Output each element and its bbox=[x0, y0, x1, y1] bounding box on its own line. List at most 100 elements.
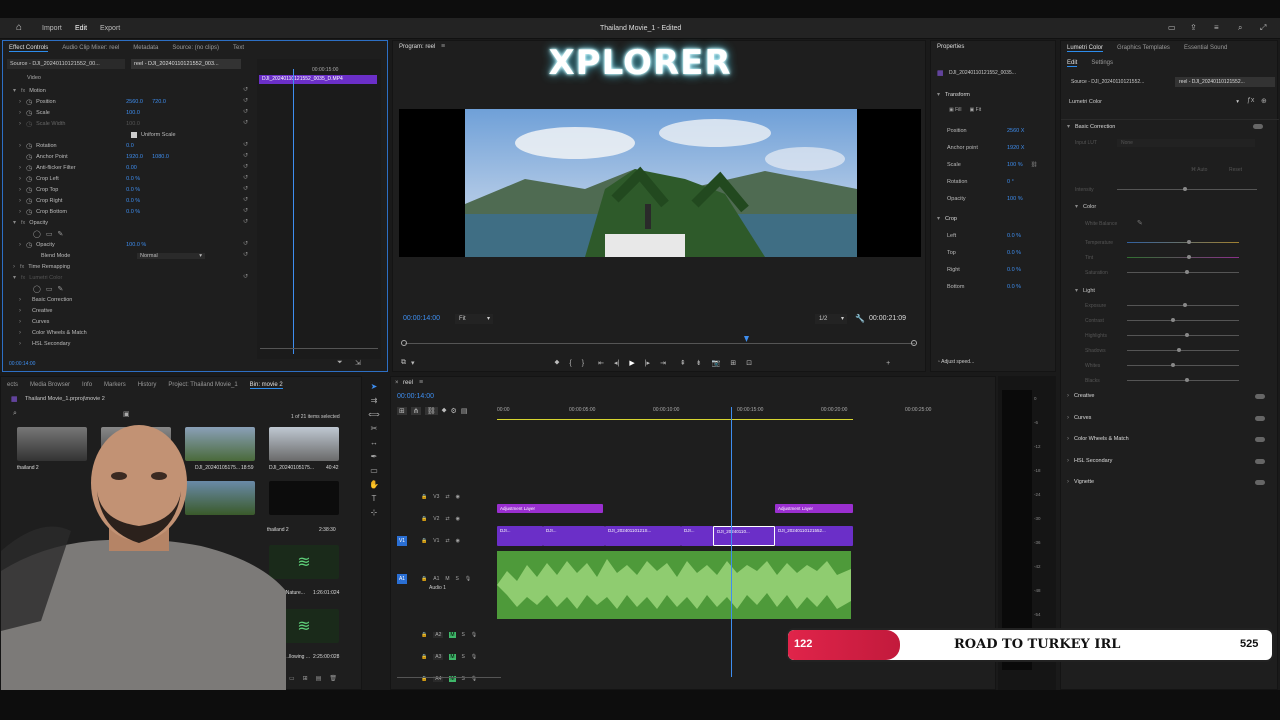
section-toggle[interactable] bbox=[1255, 458, 1265, 464]
light-highlights-slider[interactable] bbox=[1127, 333, 1239, 337]
video-clip[interactable]: DJI... bbox=[497, 526, 543, 546]
prop-left-value[interactable]: 0.0 % bbox=[1007, 233, 1021, 239]
section-toggle[interactable] bbox=[1255, 415, 1265, 421]
reset-icon[interactable]: ↺ bbox=[243, 118, 253, 129]
saturation-slider[interactable] bbox=[1127, 270, 1239, 274]
lock-icon[interactable]: 🔒 bbox=[421, 576, 427, 582]
adjustment-layer-clip[interactable]: Adjustment Layer bbox=[497, 504, 603, 513]
stopwatch-icon[interactable]: ◷ bbox=[26, 164, 32, 172]
settings-icon[interactable]: ⚙ bbox=[451, 407, 457, 415]
rectangle-tool-icon[interactable]: ▭ bbox=[370, 466, 378, 475]
reset-icon[interactable]: ↺ bbox=[243, 272, 253, 283]
fx-icon[interactable]: ƒx bbox=[1247, 97, 1254, 104]
export-frame-icon[interactable]: ⇲ bbox=[355, 359, 361, 367]
lock-icon[interactable]: 🔒 bbox=[421, 494, 427, 500]
new-item-icon[interactable]: ▤ bbox=[316, 675, 322, 682]
video-clip[interactable]: DJI... bbox=[543, 526, 605, 546]
basic-correction-toggle[interactable] bbox=[1253, 124, 1263, 129]
pen-mask-icon[interactable]: ✎ bbox=[57, 285, 63, 293]
section-toggle[interactable] bbox=[1255, 480, 1265, 485]
mute-button[interactable]: M bbox=[449, 632, 456, 638]
stopwatch-icon[interactable]: ◷ bbox=[26, 186, 32, 194]
prop-right-value[interactable]: 0.0 % bbox=[1007, 267, 1021, 273]
caption-track-icon[interactable]: ▤ bbox=[461, 407, 468, 415]
mark-in-icon[interactable]: { bbox=[569, 360, 571, 367]
audio-clip[interactable] bbox=[497, 551, 851, 619]
tab-metadata[interactable]: Metadata bbox=[133, 45, 158, 51]
intensity-slider[interactable] bbox=[1117, 187, 1257, 191]
track-name[interactable]: V2 bbox=[433, 516, 439, 522]
tab-project[interactable]: Project: Thailand Movie_1 bbox=[168, 382, 237, 388]
crop-bottom-value[interactable]: 0.0 % bbox=[126, 209, 140, 215]
sync-lock-icon[interactable]: ⇄ bbox=[445, 538, 449, 544]
lumetri-source-label[interactable]: Source - DJI_20240110121552... bbox=[1069, 77, 1169, 87]
reset-icon[interactable]: ↺ bbox=[243, 239, 253, 250]
prop-bottom-value[interactable]: 0.0 % bbox=[1007, 284, 1021, 290]
reset-icon[interactable]: ↺ bbox=[243, 195, 253, 206]
tab-graphics-templates[interactable]: Graphics Templates bbox=[1117, 45, 1170, 51]
light-shadows-slider[interactable] bbox=[1127, 348, 1239, 352]
rect-mask-icon[interactable]: ▭ bbox=[46, 285, 53, 293]
vr-icon[interactable]: ⊡ bbox=[746, 359, 752, 367]
microphone-icon[interactable]: 🎙 bbox=[471, 654, 477, 660]
mini-zoom-bar[interactable] bbox=[260, 348, 378, 349]
reset-icon[interactable]: ↺ bbox=[243, 85, 253, 96]
program-timecode[interactable]: 00:00:14:00 bbox=[403, 315, 440, 322]
color-heading[interactable]: ▾ Color bbox=[1075, 203, 1096, 210]
tab-info[interactable]: Info bbox=[82, 382, 92, 388]
reset-icon[interactable]: ↺ bbox=[243, 217, 253, 228]
track-name[interactable]: A3 bbox=[433, 654, 444, 660]
play-icon[interactable]: ▶ bbox=[629, 359, 634, 367]
lumetri-seq-label[interactable]: reel - DJI_20240110121552... bbox=[1175, 77, 1275, 87]
fill-fit-toggle[interactable]: ▣ Fill ▣ Fit bbox=[949, 107, 981, 113]
mini-timeline-clip[interactable]: DJI_20240110121552_0035_D.MP4 bbox=[259, 75, 377, 84]
resolution-dropdown[interactable]: 1/2 ▾ bbox=[815, 314, 847, 324]
razor-icon[interactable]: ✂ bbox=[371, 424, 378, 433]
program-scrub-bar[interactable] bbox=[401, 335, 921, 349]
effect-bottom-timecode[interactable]: 00:00:14:00 bbox=[9, 361, 35, 367]
microphone-icon[interactable]: 🎙 bbox=[465, 576, 471, 582]
panel-menu-icon[interactable]: ≡ bbox=[419, 379, 423, 386]
menu-icon[interactable]: ≡ bbox=[1214, 23, 1219, 32]
solo-button[interactable]: S bbox=[462, 654, 465, 660]
basic-correction-heading[interactable]: ▾ Basic Correction bbox=[1067, 123, 1115, 130]
stopwatch-icon[interactable]: ◷ bbox=[26, 109, 32, 117]
linked-select-icon[interactable]: ⛓ bbox=[424, 407, 438, 415]
tab-media-browser[interactable]: Media Browser bbox=[30, 382, 70, 388]
pen-icon[interactable]: ✒ bbox=[371, 452, 378, 461]
snap-icon[interactable]: ⋔ bbox=[410, 407, 421, 415]
section-toggle[interactable] bbox=[1255, 394, 1265, 399]
tab-essential-sound[interactable]: Essential Sound bbox=[1184, 45, 1227, 51]
go-to-in-icon[interactable]: ⇤ bbox=[598, 359, 604, 367]
light-heading[interactable]: ▾ Light bbox=[1075, 287, 1095, 294]
slip-icon[interactable]: ↔ bbox=[370, 438, 378, 447]
scale-value[interactable]: 100.0 bbox=[126, 110, 140, 116]
menu-edit[interactable]: Edit bbox=[75, 25, 87, 32]
selected-video-clip[interactable]: DJI_20240110... bbox=[713, 526, 775, 546]
list-view-icon[interactable]: ▭ bbox=[289, 675, 295, 682]
track-select-icon[interactable]: ⇉ bbox=[371, 396, 378, 405]
light-whites-slider[interactable] bbox=[1127, 363, 1239, 367]
rect-mask-icon[interactable]: ▭ bbox=[46, 230, 53, 238]
reset-icon[interactable]: ↺ bbox=[243, 107, 253, 118]
trash-icon[interactable]: 🗑 bbox=[329, 675, 337, 682]
source-patch[interactable] bbox=[397, 674, 407, 684]
prop-scale-value[interactable]: 100 % bbox=[1007, 162, 1023, 168]
type-tool-icon[interactable]: T bbox=[372, 494, 377, 503]
tab-audio-clip-mixer[interactable]: Audio Clip Mixer: reel bbox=[62, 45, 119, 51]
icon-view-icon[interactable]: ⊞ bbox=[303, 675, 308, 682]
eye-icon[interactable]: ◉ bbox=[456, 516, 460, 522]
bin-search-input[interactable] bbox=[25, 411, 115, 419]
program-viewer[interactable] bbox=[399, 109, 921, 257]
filter-icon[interactable]: ⏷ bbox=[337, 359, 343, 367]
program-playhead[interactable] bbox=[744, 336, 749, 342]
sequence-clip-label[interactable]: reel - DJI_20240110121552_003... bbox=[131, 59, 241, 69]
opacity-value[interactable]: 100.0 % bbox=[126, 242, 146, 248]
adjustment-layer-clip[interactable]: Adjustment Layer bbox=[775, 504, 853, 513]
source-patch[interactable] bbox=[397, 652, 407, 662]
source-patch[interactable] bbox=[397, 492, 407, 502]
hsl-secondary-item[interactable]: HSL Secondary bbox=[32, 341, 70, 347]
lift-icon[interactable]: ⇞ bbox=[680, 359, 686, 367]
lumetri-section-curves[interactable]: › Curves bbox=[1067, 415, 1091, 421]
reset-icon[interactable]: ↺ bbox=[243, 250, 253, 261]
